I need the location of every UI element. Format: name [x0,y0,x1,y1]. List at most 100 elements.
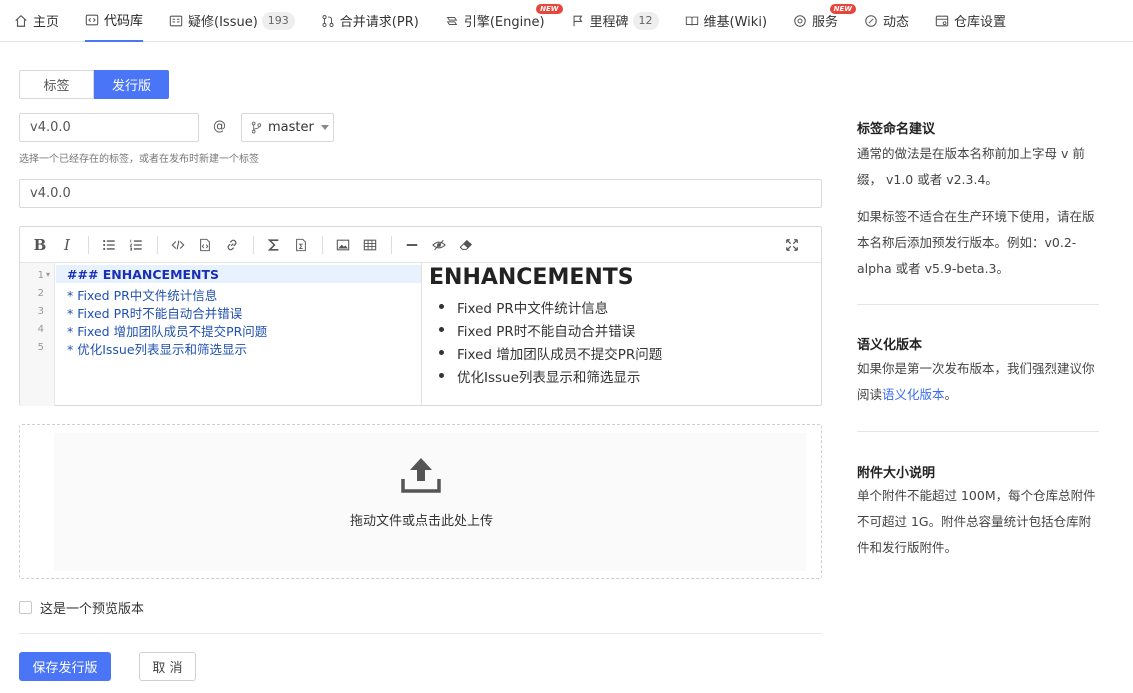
checkbox-label: 这是一个预览版本 [40,602,145,617]
branch-icon [251,121,262,134]
code-line: * Fixed 增加团队成员不提交PR问题 [67,324,268,339]
pull-request-icon [321,14,335,28]
nav-item-pr[interactable]: 合并请求(PR) [321,0,419,42]
nav-item-label: 里程碑 [589,15,629,30]
line-number: 5 [37,342,44,353]
fullscreen-icon[interactable] [782,235,802,255]
issue-icon [169,14,183,28]
nav-item-label: 引擎(Engine) [463,15,545,30]
ordered-list-icon[interactable] [126,235,146,255]
tab-tag[interactable]: 标签 [19,70,94,99]
attachment-dropzone[interactable]: 拖动文件或点击此处上传 [19,424,822,579]
preview-toggle-icon[interactable] [429,235,449,255]
branch-value: master [268,120,314,135]
engine-icon [445,14,459,28]
code-icon[interactable] [168,235,188,255]
semver-link[interactable]: 语义化版本 [882,387,945,402]
at-symbol: @ [213,119,226,134]
dropzone-inner [54,433,806,571]
nav-item-label: 仓库设置 [954,15,1007,30]
markdown-source[interactable]: ### ENHANCEMENTS * Fixed PR中文件统计信息 * Fix… [56,263,421,406]
nav-item-service[interactable]: 服务 NEW [793,0,857,42]
toolbar-divider [157,235,158,254]
eraser-icon[interactable] [456,235,476,255]
nav-item-home[interactable]: 主页 [14,0,59,42]
sigma-icon[interactable] [264,235,284,255]
section-title: 语义化版本 [857,338,923,353]
tab-release[interactable]: 发行版 [94,70,169,99]
code-line: * Fixed PR时不能自动合并错误 [67,306,243,321]
table-icon[interactable] [360,235,380,255]
section-text: 通常的做法是在版本名称前加上字母 v 前缀， v1.0 或者 v2.3.4。 [857,146,1085,187]
milestone-count-badge: 12 [632,11,659,30]
divider [857,431,1099,432]
nav-item-label: 主页 [33,15,60,30]
toolbar-divider [88,235,89,254]
bold-icon[interactable]: B [30,235,50,255]
tag-input[interactable]: v4.0.0 [19,113,199,142]
nav-item-label: 动态 [883,15,910,30]
preview-list-item: Fixed PR时不能自动合并错误 [438,320,635,340]
code-line: * 优化Issue列表显示和筛选显示 [67,342,248,357]
divider [857,304,1099,305]
section-text: 如果标签不适合在生产环境下使用，请在版本名称后添加预发行版本。例如：v0.2-a… [857,209,1095,276]
preview-heading: ENHANCEMENTS [429,265,634,290]
image-icon[interactable] [333,235,353,255]
editor-split-divider [421,263,422,406]
nav-item-settings[interactable]: 仓库设置 [935,0,1006,42]
release-type-tabs: 标签 发行版 [19,70,169,99]
service-icon [793,14,807,28]
code-icon [85,13,99,27]
editor-toolbar: B I [20,227,821,263]
code-line: ### ENHANCEMENTS [67,267,220,282]
line-number: 2 [37,288,44,299]
divider [19,633,822,634]
repo-nav: 主页 代码库 疑修(Issue) 193 合并请求(PR) 引擎(Engine)… [0,0,1133,42]
nav-item-label: 疑修(Issue) [188,15,258,30]
section-text-part: 。 [944,387,958,402]
checkbox-box[interactable] [19,601,32,614]
formula-icon[interactable] [291,235,311,255]
nav-item-activity[interactable]: 动态 [864,0,909,42]
line-number-gutter: 1 ▾ 2 3 4 5 [20,263,55,406]
nav-item-engine[interactable]: 引擎(Engine) NEW [445,0,563,42]
horizontal-rule-icon[interactable] [402,235,422,255]
nav-item-label: 合并请求(PR) [339,15,419,30]
home-icon [14,14,28,28]
bullet-list-icon[interactable] [99,235,119,255]
prerelease-checkbox[interactable]: 这是一个预览版本 [19,598,144,617]
nav-item-label: 维基(Wiki) [703,15,768,30]
new-badge: NEW [536,3,563,14]
nav-item-wiki[interactable]: 维基(Wiki) [685,0,767,42]
upload-icon [401,458,441,493]
link-icon[interactable] [222,235,242,255]
flag-icon [571,14,585,28]
nav-item-issue[interactable]: 疑修(Issue) 193 [169,0,295,42]
section-text: 如果你是第一次发布版本，我们强烈建议你阅读语义化版本。 [857,356,1102,408]
settings-icon [935,14,949,28]
section-text: 单个附件不能超过 100M，每个仓库总附件不可超过 1G。附件总容量统计包括仓库… [857,488,1096,555]
new-badge: NEW [829,3,857,14]
book-icon [685,14,699,28]
section-title: 标签命名建议 [857,122,936,137]
release-title-input[interactable]: v4.0.0 [19,179,822,208]
line-number: 1 [37,270,44,281]
tag-hint: 选择一个已经存在的标签，或者在发布时新建一个标签 [19,154,259,165]
italic-icon[interactable]: I [57,235,77,255]
fold-marker-icon[interactable]: ▾ [46,270,50,279]
nav-item-label: 服务 [812,15,839,30]
nav-item-milestone[interactable]: 里程碑 12 [571,0,659,42]
section-title: 附件大小说明 [857,466,936,481]
line-number: 4 [37,324,44,335]
branch-select[interactable]: master [241,113,334,142]
toolbar-divider [391,235,392,254]
dropzone-text: 拖动文件或点击此处上传 [349,514,493,529]
save-release-button[interactable]: 保存发行版 [19,652,111,681]
toolbar-divider [322,235,323,254]
line-number: 3 [37,306,44,317]
preview-list-item: 优化Issue列表显示和筛选显示 [438,366,640,386]
code-block-icon[interactable] [195,235,215,255]
markdown-editor: B I 1 ▾ 2 3 4 5 ### ENHANCEMENTS * Fixed… [19,226,822,406]
nav-item-code[interactable]: 代码库 [85,0,144,42]
cancel-button[interactable]: 取 消 [139,652,196,681]
